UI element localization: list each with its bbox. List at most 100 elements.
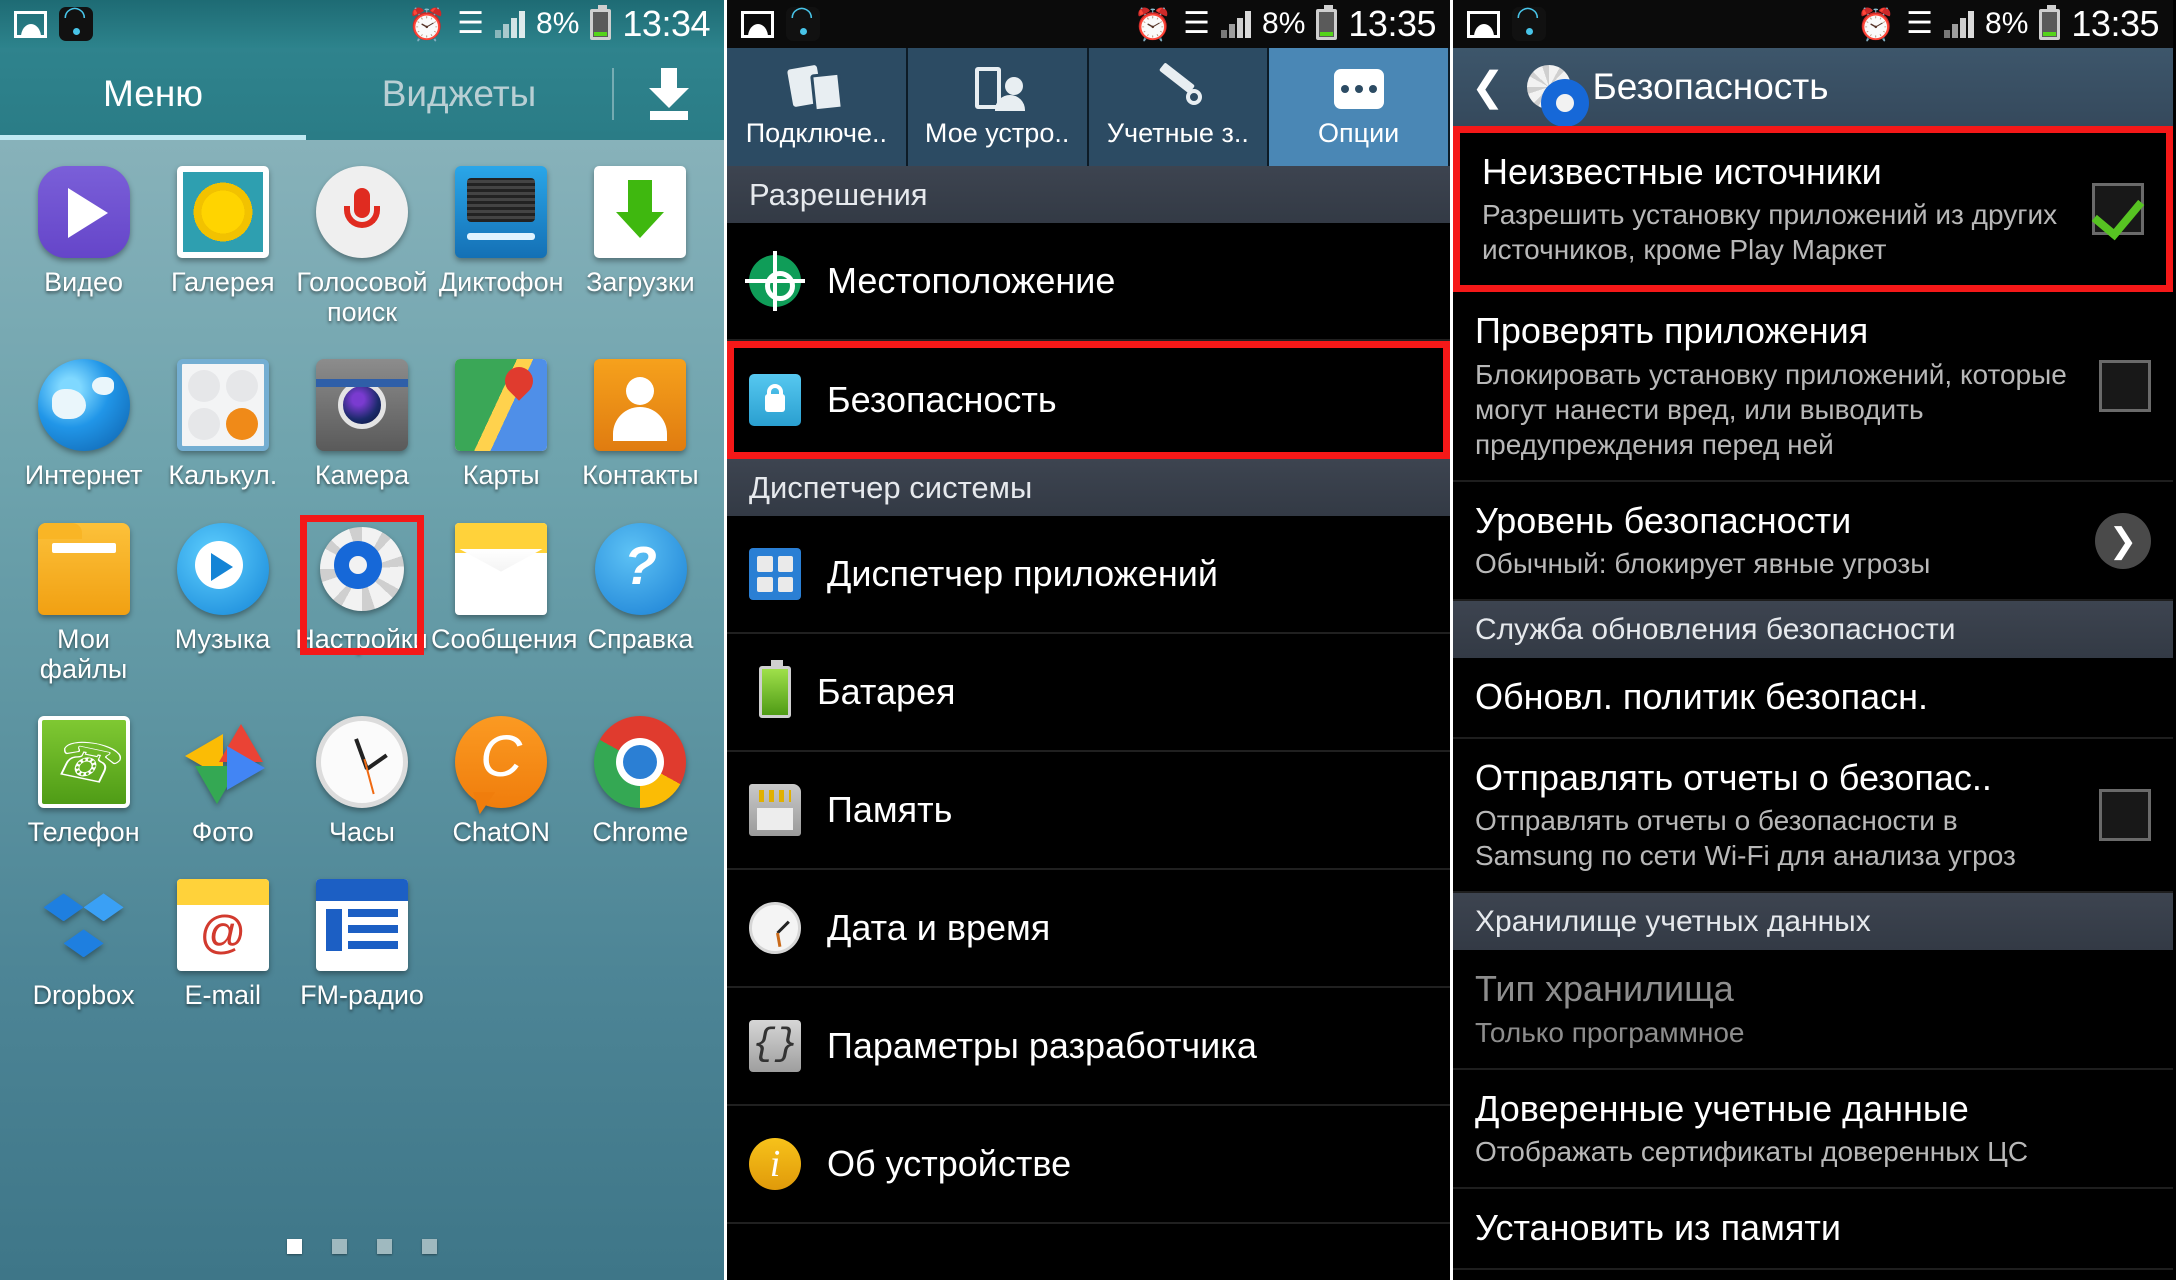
- maps-icon: [455, 359, 548, 452]
- app-empty-2: [571, 879, 710, 1010]
- app-settings[interactable]: Настройки: [292, 514, 431, 684]
- item-label: Память: [827, 789, 953, 830]
- security-row-send-reports[interactable]: Отправлять отчеты о безопас.. Отправлять…: [1453, 738, 2173, 894]
- checkbox-unknown-sources[interactable]: [2092, 183, 2144, 236]
- tab-widgets[interactable]: Виджеты: [306, 48, 612, 140]
- app-row-3: Мои файлы Музыка Настройки Сообщения ? С…: [14, 514, 710, 684]
- panel-settings: ⏰ ☰ 8% 13:35 Подключе..: [724, 0, 1450, 1280]
- page-dot-4[interactable]: [422, 1239, 437, 1254]
- app-maps[interactable]: Карты: [432, 359, 571, 490]
- app-voice-search[interactable]: Голосовой поиск: [292, 166, 431, 327]
- settings-tab-bar: Подключе.. Мое устро.. Учетные з.. Опции: [727, 48, 1450, 166]
- image-icon: [1467, 10, 1500, 38]
- app-music[interactable]: Музыка: [153, 522, 292, 684]
- row-subtitle: Блокировать установку приложений, которы…: [1475, 358, 2067, 460]
- app-label: Dropbox: [32, 980, 135, 1011]
- tab-label: Учетные з..: [1106, 117, 1249, 148]
- app-contacts[interactable]: Контакты: [571, 359, 710, 490]
- tab-menu[interactable]: Меню: [0, 48, 306, 140]
- item-label: Параметры разработчика: [827, 1025, 1257, 1066]
- checkbox-verify-apps[interactable]: [2099, 360, 2151, 413]
- date-time-icon: [749, 902, 801, 954]
- page-dot-3[interactable]: [377, 1239, 392, 1254]
- security-row-security-level[interactable]: Уровень безопасности Обычный: блокирует …: [1453, 481, 2173, 602]
- settings-item-location[interactable]: Местоположение: [727, 223, 1450, 341]
- security-row-policy-update[interactable]: Обновл. политик безопасн.: [1453, 658, 2173, 739]
- app-messages[interactable]: Сообщения: [431, 522, 578, 684]
- battery-icon: [590, 4, 612, 40]
- voice-search-icon: [316, 166, 408, 258]
- wifi-notification-icon: [59, 1, 93, 41]
- security-row-trusted-credentials[interactable]: Доверенные учетные данные Отображать сер…: [1453, 1069, 2173, 1190]
- app-label: Chrome: [592, 817, 689, 848]
- row-subtitle: Отображать сертификаты доверенных ЦС: [1475, 1136, 2029, 1168]
- app-internet[interactable]: Интернет: [14, 359, 153, 490]
- email-icon: @: [176, 879, 269, 972]
- settings-item-date-time[interactable]: Дата и время: [727, 870, 1450, 988]
- accounts-icon: [1152, 61, 1204, 112]
- tab-connections[interactable]: Подключе..: [727, 48, 908, 166]
- app-photos[interactable]: Фото: [153, 716, 292, 847]
- tab-more-options[interactable]: Опции: [1269, 48, 1450, 166]
- app-clock[interactable]: Часы: [292, 716, 431, 847]
- item-label: Диспетчер приложений: [827, 553, 1218, 594]
- app-my-files[interactable]: Мои файлы: [14, 522, 153, 684]
- page-dot-1[interactable]: [287, 1239, 302, 1254]
- item-label: Безопасность: [827, 379, 1057, 420]
- calculator-icon: [176, 359, 269, 452]
- app-fm-radio[interactable]: FM-радио: [292, 879, 431, 1010]
- battery-icon: [2039, 4, 2061, 40]
- app-row-5: Dropbox @ E-mail FM-радио: [14, 879, 710, 1010]
- app-voice-recorder[interactable]: Диктофон: [432, 166, 571, 327]
- app-downloads[interactable]: Загрузки: [571, 166, 710, 327]
- settings-item-battery[interactable]: Батарея: [727, 634, 1450, 752]
- tab-accounts[interactable]: Учетные з..: [1088, 48, 1270, 166]
- app-phone[interactable]: ☏ Телефон: [14, 716, 153, 847]
- app-camera[interactable]: Камера: [292, 359, 431, 490]
- row-subtitle: Только программное: [1475, 1016, 1745, 1048]
- security-row-unknown-sources[interactable]: Неизвестные источники Разрешить установк…: [1453, 126, 2173, 293]
- back-chevron-icon[interactable]: ❮: [1471, 67, 1505, 107]
- app-video[interactable]: Видео: [14, 166, 153, 327]
- download-button[interactable]: [614, 48, 724, 140]
- image-icon: [14, 10, 47, 38]
- chevron-right-icon[interactable]: ❯: [2095, 512, 2151, 569]
- app-chaton[interactable]: C ChatON: [432, 716, 571, 847]
- app-help[interactable]: ? Справка: [571, 522, 710, 684]
- section-header-system-manager: Диспетчер системы: [727, 459, 1450, 516]
- three-screenshot-strip: ⏰ ☰ 8% 13:34 Меню Виджеты: [0, 0, 2176, 1280]
- app-calculator[interactable]: Калькул.: [153, 359, 292, 490]
- phone-icon: ☏: [37, 716, 130, 809]
- page-dot-2[interactable]: [332, 1239, 347, 1254]
- settings-item-security[interactable]: Безопасность: [727, 341, 1450, 459]
- page-indicator: [0, 1239, 724, 1254]
- row-title: Обновл. политик безопасн.: [1475, 676, 1928, 718]
- app-gallery[interactable]: Галерея: [153, 166, 292, 327]
- security-lock-icon: [749, 374, 801, 426]
- checkbox-send-reports[interactable]: [2099, 789, 2151, 842]
- app-email[interactable]: @ E-mail: [153, 879, 292, 1010]
- internet-icon: [37, 359, 130, 452]
- app-dropbox[interactable]: Dropbox: [14, 879, 153, 1010]
- row-title: Проверять приложения: [1475, 310, 1869, 352]
- tab-my-device[interactable]: Мое устро..: [907, 48, 1089, 166]
- alarm-icon: ⏰: [407, 6, 447, 42]
- security-row-verify-apps[interactable]: Проверять приложения Блокировать установ…: [1453, 292, 2173, 482]
- row-text: Доверенные учетные данные Отображать сер…: [1475, 1088, 2151, 1169]
- security-row-install-from-storage[interactable]: Установить из памяти: [1453, 1189, 2173, 1270]
- settings-item-about-device[interactable]: i Об устройстве: [727, 1106, 1450, 1224]
- tab-menu-label: Меню: [103, 73, 203, 114]
- app-label: Контакты: [582, 460, 699, 491]
- settings-item-developer-options[interactable]: {} Параметры разработчика: [727, 988, 1450, 1106]
- settings-item-storage[interactable]: Память: [727, 752, 1450, 870]
- app-label: Мои файлы: [39, 623, 128, 684]
- settings-item-application-manager[interactable]: Диспетчер приложений: [727, 516, 1450, 634]
- app-chrome[interactable]: Chrome: [571, 716, 710, 847]
- tab-label: Мое устро..: [924, 117, 1070, 148]
- my-device-icon: [971, 66, 1026, 112]
- about-device-icon: i: [749, 1138, 801, 1190]
- app-label: Голосовой поиск: [296, 267, 428, 328]
- app-label: Галерея: [171, 267, 275, 297]
- app-label: E-mail: [184, 980, 262, 1011]
- tab-widgets-label: Виджеты: [381, 73, 537, 114]
